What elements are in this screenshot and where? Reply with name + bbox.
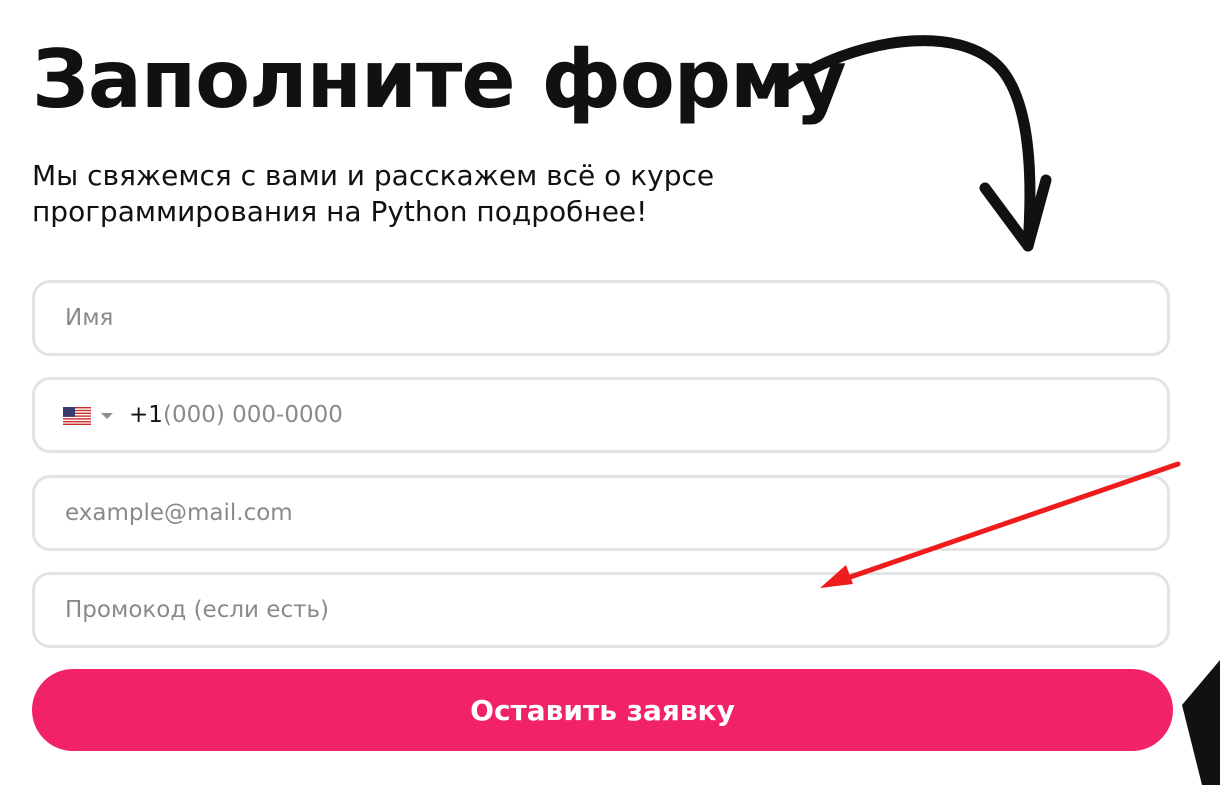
dial-code: +1 <box>129 402 163 428</box>
promo-code-input[interactable] <box>65 575 1135 645</box>
decorative-shape <box>1182 660 1220 785</box>
chevron-down-icon <box>101 413 113 419</box>
name-input[interactable] <box>65 283 1135 353</box>
us-flag-icon <box>63 407 91 425</box>
page-title: Заполните форму <box>32 33 847 126</box>
promo-code-field[interactable] <box>32 572 1170 648</box>
country-code-select[interactable] <box>63 405 113 427</box>
name-field[interactable] <box>32 280 1170 356</box>
email-field[interactable] <box>32 475 1170 551</box>
phone-input[interactable] <box>163 380 1143 450</box>
phone-field[interactable]: +1 <box>32 377 1170 453</box>
page-subtitle: Мы свяжемся с вами и расскажем всё о кур… <box>32 159 715 228</box>
email-input[interactable] <box>65 478 1135 548</box>
signup-form-page: Заполните форму Мы свяжемся с вами и рас… <box>0 0 1220 785</box>
submit-button[interactable]: Оставить заявку <box>32 669 1173 751</box>
